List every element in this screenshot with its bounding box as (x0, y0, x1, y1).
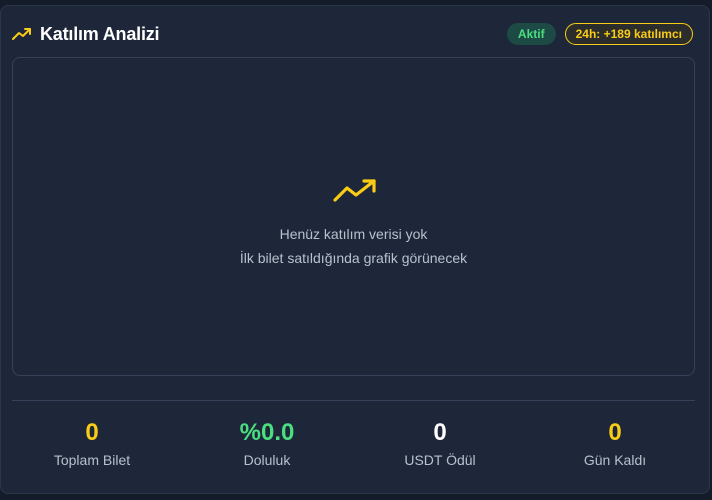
header-badges: Aktif 24h: +189 katılımcı (506, 22, 693, 46)
stat-value: 0 (85, 419, 99, 446)
chart-area: Henüz katılım verisi yok İlk bilet satıl… (12, 57, 695, 376)
stat-label: Toplam Bilet (53, 452, 131, 468)
participation-analysis-card: Katılım Analizi Aktif 24h: +189 katılımc… (0, 5, 710, 494)
activity-badge: 24h: +189 katılımcı (564, 23, 693, 45)
trending-up-icon (12, 28, 31, 40)
divider (12, 400, 695, 401)
card-title: Katılım Analizi (40, 23, 160, 44)
empty-state-subtitle: İlk bilet satıldığında grafik görünecek (239, 250, 468, 266)
stat-label: Gün Kaldı (583, 452, 647, 468)
status-badge: Aktif (506, 23, 556, 45)
stat-days-left: 0 Gün Kaldı (530, 418, 700, 468)
title-group: Katılım Analizi (12, 22, 160, 46)
stat-value: %0.0 (239, 419, 295, 446)
stat-value: 0 (433, 419, 447, 446)
empty-state-title: Henüz katılım verisi yok (279, 226, 428, 242)
stat-usdt-prize: 0 USDT Ödül (355, 418, 525, 468)
stat-label: Doluluk (243, 452, 291, 468)
stat-value: 0 (608, 419, 622, 446)
trending-up-icon (333, 179, 376, 202)
stat-total-tickets: 0 Toplam Bilet (7, 418, 177, 468)
stats-row: 0 Toplam Bilet %0.0 Doluluk 0 USDT Ödül … (12, 418, 695, 478)
stat-occupancy: %0.0 Doluluk (182, 418, 352, 468)
card-header: Katılım Analizi Aktif 24h: +189 katılımc… (12, 22, 693, 46)
stat-label: USDT Ödül (404, 452, 476, 468)
